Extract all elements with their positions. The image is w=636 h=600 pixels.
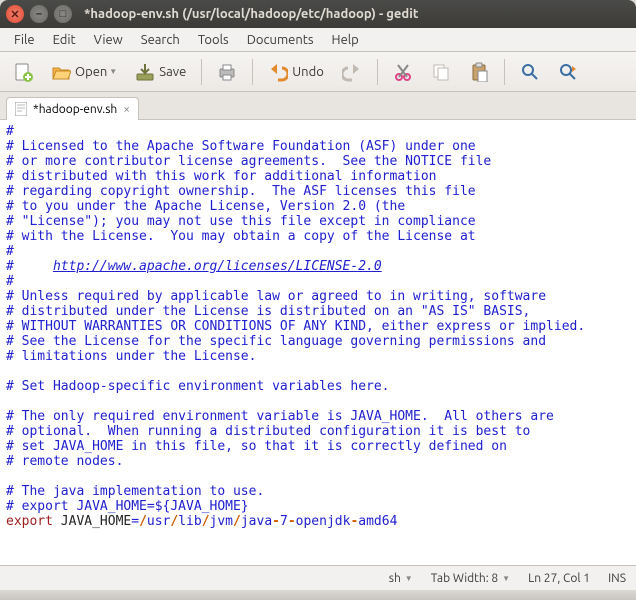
new-file-button[interactable] (6, 57, 40, 87)
window-title: *hadoop-env.sh (/usr/local/hadoop/etc/ha… (84, 7, 418, 21)
close-window-button[interactable]: ✕ (6, 5, 24, 23)
language-selector[interactable]: sh▼ (389, 572, 413, 585)
insert-mode[interactable]: INS (608, 572, 626, 585)
save-icon (135, 62, 155, 82)
menu-documents[interactable]: Documents (239, 31, 322, 49)
menu-help[interactable]: Help (324, 31, 367, 49)
open-dropdown-icon[interactable]: ▼ (109, 67, 117, 76)
find-replace-button[interactable] (551, 57, 585, 87)
menu-search[interactable]: Search (133, 31, 188, 49)
undo-button[interactable]: Undo (261, 57, 331, 87)
folder-open-icon (51, 62, 71, 82)
redo-icon (342, 62, 362, 82)
status-bar: sh▼ Tab Width: 8▼ Ln 27, Col 1 INS (0, 566, 636, 590)
cut-icon (393, 62, 413, 82)
toolbar-separator (252, 59, 253, 85)
menu-view[interactable]: View (86, 31, 131, 49)
window-resize-edge[interactable] (0, 590, 636, 600)
undo-icon (268, 62, 288, 82)
redo-button[interactable] (335, 57, 369, 87)
toolbar-separator (504, 59, 505, 85)
menu-tools[interactable]: Tools (190, 31, 237, 49)
document-tab[interactable]: *hadoop-env.sh × (6, 97, 139, 120)
new-file-icon (13, 62, 33, 82)
menu-file[interactable]: File (6, 31, 43, 49)
open-label: Open (75, 65, 107, 79)
undo-label: Undo (292, 65, 324, 79)
tab-width-selector[interactable]: Tab Width: 8▼ (431, 572, 510, 585)
paste-icon (469, 62, 489, 82)
tab-close-icon[interactable]: × (123, 103, 130, 116)
search-replace-icon (558, 62, 578, 82)
toolbar-separator (201, 59, 202, 85)
open-button[interactable]: Open ▼ (44, 57, 124, 87)
cut-button[interactable] (386, 57, 420, 87)
window-titlebar: ✕ – □ *hadoop-env.sh (/usr/local/hadoop/… (0, 0, 636, 28)
tab-strip: *hadoop-env.sh × (0, 92, 636, 120)
minimize-window-button[interactable]: – (30, 5, 48, 23)
toolbar-separator (377, 59, 378, 85)
toolbar: Open ▼ Save Undo (0, 52, 636, 92)
maximize-window-button[interactable]: □ (54, 5, 72, 23)
print-button[interactable] (210, 57, 244, 87)
save-button[interactable]: Save (128, 57, 193, 87)
copy-button[interactable] (424, 57, 458, 87)
save-label: Save (159, 65, 186, 79)
search-icon (520, 62, 540, 82)
menubar: File Edit View Search Tools Documents He… (0, 28, 636, 52)
cursor-position: Ln 27, Col 1 (528, 572, 590, 585)
print-icon (217, 62, 237, 82)
tab-label: *hadoop-env.sh (33, 103, 117, 116)
document-icon (15, 102, 27, 116)
copy-icon (431, 62, 451, 82)
text-editor[interactable]: # # Licensed to the Apache Software Foun… (0, 120, 636, 566)
paste-button[interactable] (462, 57, 496, 87)
find-button[interactable] (513, 57, 547, 87)
menu-edit[interactable]: Edit (45, 31, 84, 49)
